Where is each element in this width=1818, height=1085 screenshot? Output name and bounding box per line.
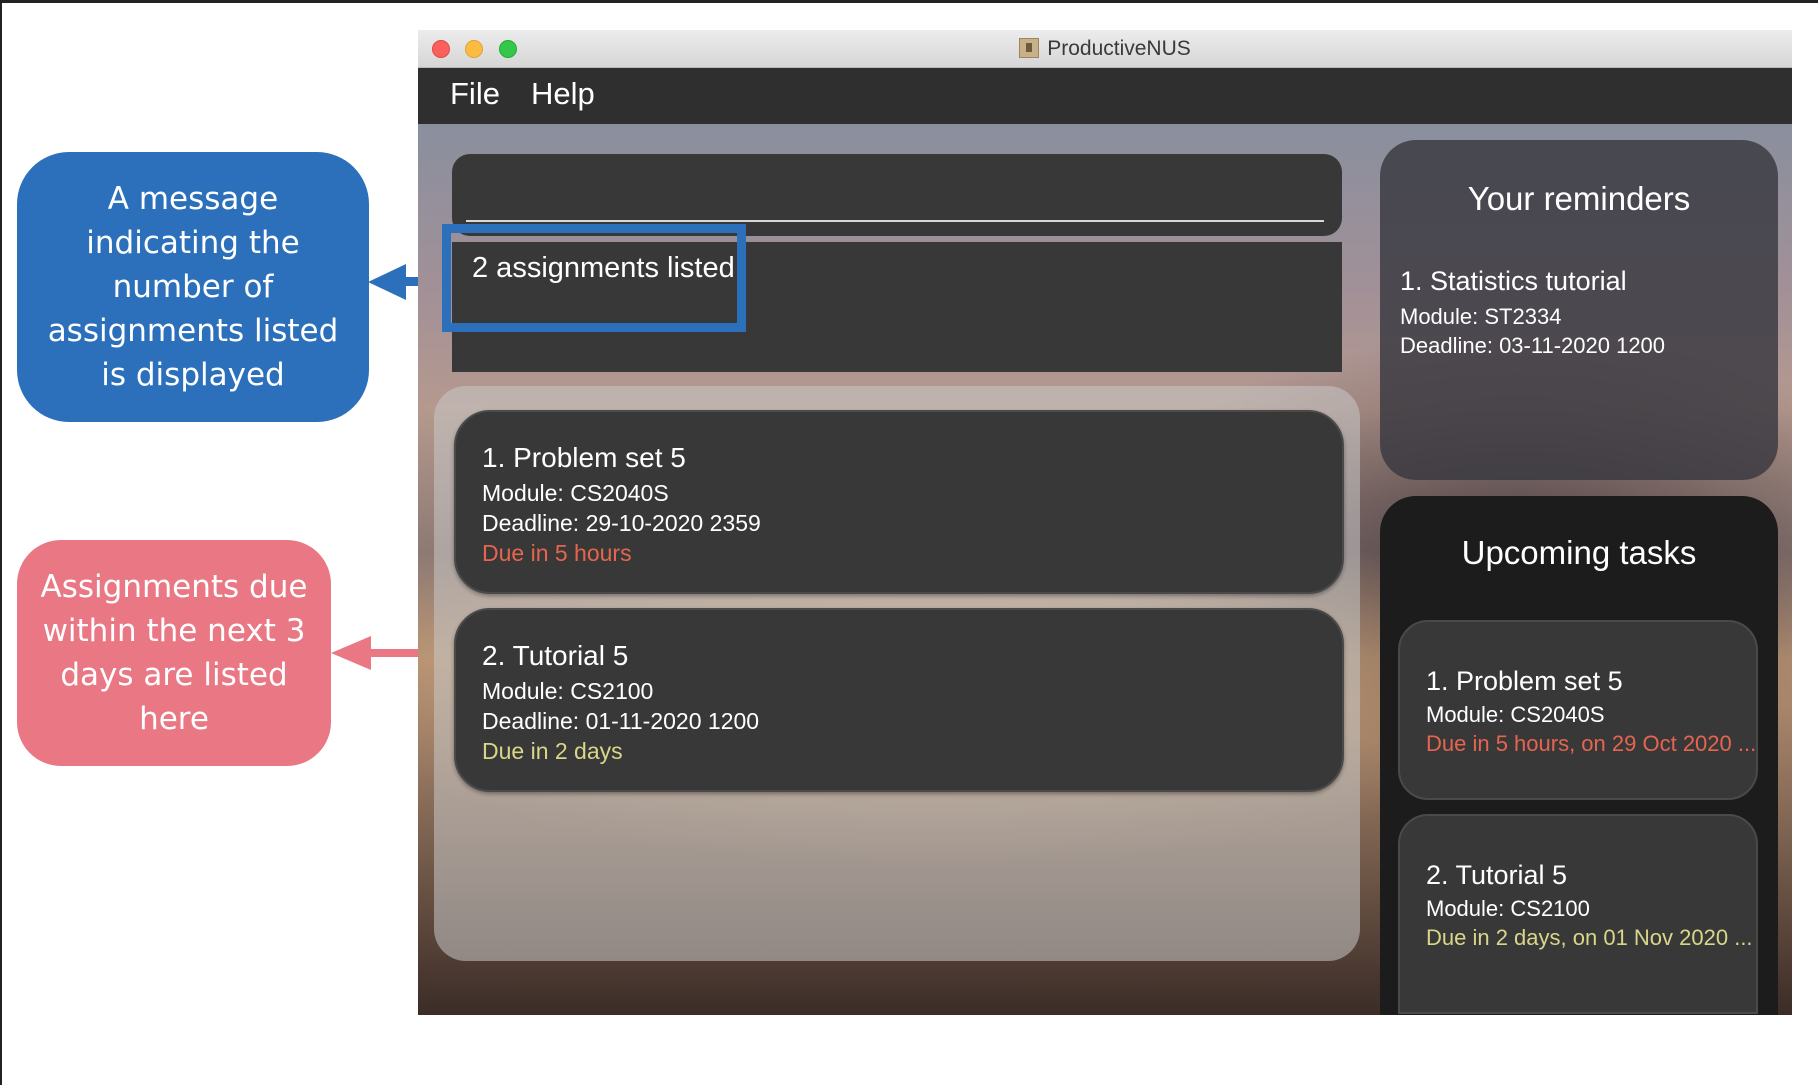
- assignment-due-status: Due in 5 hours: [482, 540, 632, 566]
- menu-help[interactable]: Help: [531, 76, 595, 112]
- upcoming-task-title: 2. Tutorial 5: [1426, 860, 1568, 890]
- command-input-underline: [466, 220, 1324, 222]
- assignment-module: Module: CS2040S: [482, 480, 669, 506]
- callout-result-message-text: A message indicating the number of assig…: [47, 181, 339, 393]
- reminder-deadline: Deadline: 03-11-2020 1200: [1400, 333, 1666, 358]
- menu-bar: File Help: [418, 68, 1792, 124]
- upcoming-heading: Upcoming tasks: [1461, 534, 1697, 571]
- upcoming-task-module: Module: CS2040S: [1426, 702, 1605, 727]
- result-message-highlight: [442, 224, 746, 332]
- reminder-title[interactable]: 1. Statistics tutorial: [1400, 266, 1627, 297]
- upcoming-tasks-panel: Upcoming tasks 1. Problem set 5 Module: …: [1380, 496, 1778, 1015]
- app-window: ProductiveNUS File Help 2 assignments li…: [418, 30, 1792, 1015]
- window-title-text: ProductiveNUS: [1047, 37, 1191, 60]
- app-icon: [1019, 38, 1040, 58]
- assignment-due-status: Due in 2 days: [482, 738, 623, 764]
- upcoming-task-title: 1. Problem set 5: [1426, 666, 1623, 696]
- callout-due-soon-text: Assignments due within the next 3 days a…: [40, 569, 308, 737]
- assignment-title: 1. Problem set 5: [482, 442, 686, 473]
- callout-due-soon: Assignments due within the next 3 days a…: [17, 540, 331, 766]
- menu-file[interactable]: File: [450, 76, 500, 112]
- upcoming-task-card[interactable]: 1. Problem set 5 Module: CS2040S Due in …: [1398, 620, 1758, 800]
- callout-result-message: A message indicating the number of assig…: [17, 152, 369, 422]
- reminder-module: Module: ST2334: [1400, 304, 1562, 329]
- upcoming-task-due: Due in 2 days, on 01 Nov 2020 ...: [1426, 925, 1753, 950]
- assignment-deadline: Deadline: 01-11-2020 1200: [482, 708, 760, 734]
- assignment-card[interactable]: 1. Problem set 5 Module: CS2040S Deadlin…: [454, 410, 1344, 594]
- assignment-title: 2. Tutorial 5: [482, 640, 629, 671]
- title-bar: ProductiveNUS: [418, 30, 1792, 68]
- reminders-heading: Your reminders: [1467, 180, 1691, 217]
- assignment-module: Module: CS2100: [482, 678, 654, 704]
- assignment-list-panel: 1. Problem set 5 Module: CS2040S Deadlin…: [434, 386, 1360, 961]
- reminders-panel: Your reminders 1. Statistics tutorial Mo…: [1380, 140, 1778, 480]
- assignment-deadline: Deadline: 29-10-2020 2359: [482, 510, 761, 536]
- upcoming-task-module: Module: CS2100: [1426, 896, 1590, 921]
- window-title: ProductiveNUS: [418, 37, 1792, 61]
- assignment-card[interactable]: 2. Tutorial 5 Module: CS2100 Deadline: 0…: [454, 608, 1344, 792]
- upcoming-task-due: Due in 5 hours, on 29 Oct 2020 ...: [1426, 731, 1757, 756]
- upcoming-task-card[interactable]: 2. Tutorial 5 Module: CS2100 Due in 2 da…: [1398, 814, 1758, 1014]
